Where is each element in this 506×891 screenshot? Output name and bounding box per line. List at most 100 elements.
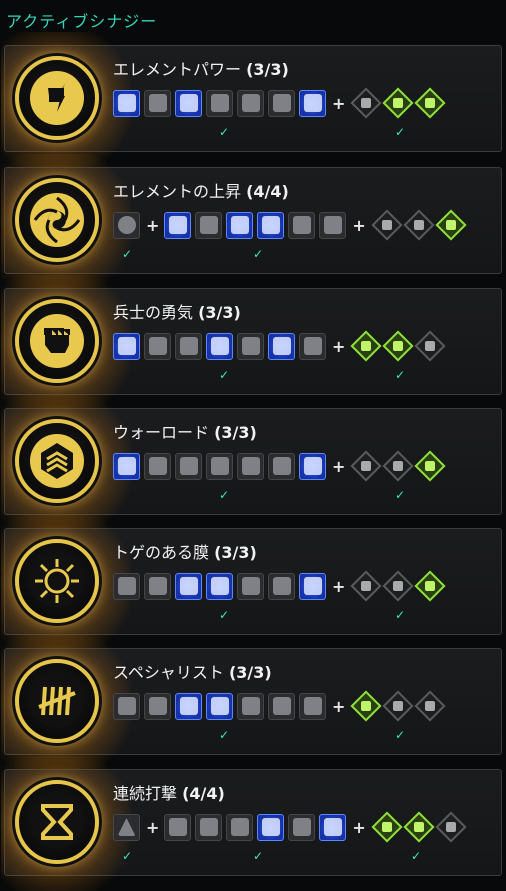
item-slot[interactable] <box>237 572 264 600</box>
item-slot[interactable] <box>113 211 140 239</box>
item-slot[interactable] <box>113 692 140 720</box>
item-slot[interactable] <box>113 332 140 360</box>
item-slot[interactable] <box>299 332 326 360</box>
item-slot[interactable] <box>144 452 171 480</box>
item-slot[interactable] <box>299 692 326 720</box>
upgrade-slot[interactable] <box>371 811 403 843</box>
upgrade-slot[interactable] <box>382 450 414 482</box>
check-mark: ✓ <box>395 125 406 139</box>
plus-sign: + <box>332 456 346 476</box>
item-slot[interactable] <box>288 211 316 239</box>
item-slot[interactable] <box>268 572 295 600</box>
item-slot[interactable] <box>206 332 233 360</box>
synergy-title: エレメントパワー (3/3) <box>113 60 289 79</box>
upgrade-slot[interactable] <box>382 690 414 722</box>
item-row: + <box>113 450 446 482</box>
synergy-title: エレメントの上昇 (4/4) <box>113 182 289 201</box>
item-slot[interactable] <box>299 89 326 117</box>
synergy-card[interactable]: スペシャリスト (3/3) + ✓ ✓ <box>1 635 502 770</box>
plus-sign: + <box>352 817 366 837</box>
item-slot[interactable] <box>144 89 171 117</box>
upgrade-slot[interactable] <box>371 209 403 241</box>
plus-sign: + <box>146 215 160 235</box>
item-slot[interactable] <box>206 692 233 720</box>
check-mark: ✓ <box>122 849 133 863</box>
item-slot[interactable] <box>113 813 140 841</box>
plus-sign: + <box>332 576 346 596</box>
item-slot[interactable] <box>237 89 264 117</box>
synergy-card[interactable]: 連続打撃 (4/4) + + ✓ ✓ ✓ <box>1 756 502 891</box>
item-slot[interactable] <box>175 452 202 480</box>
item-slot[interactable] <box>195 813 223 841</box>
item-slot[interactable] <box>113 452 140 480</box>
item-slot[interactable] <box>237 332 264 360</box>
item-slot[interactable] <box>299 452 326 480</box>
item-slot[interactable] <box>299 572 326 600</box>
item-slot[interactable] <box>175 692 202 720</box>
item-slot[interactable] <box>164 813 192 841</box>
item-slot[interactable] <box>319 813 347 841</box>
upgrade-slot[interactable] <box>350 330 382 362</box>
synergy-card[interactable]: エレメントの上昇 (4/4) + + ✓ ✓ <box>1 154 502 289</box>
upgrade-slot[interactable] <box>435 811 467 843</box>
item-slot[interactable] <box>144 692 171 720</box>
upgrade-slot[interactable] <box>350 690 382 722</box>
upgrade-slot[interactable] <box>350 570 382 602</box>
item-slot[interactable] <box>113 89 140 117</box>
item-slot[interactable] <box>319 211 347 239</box>
item-slot[interactable] <box>144 332 171 360</box>
item-slot[interactable] <box>113 572 140 600</box>
item-slot[interactable] <box>237 692 264 720</box>
item-slot[interactable] <box>175 572 202 600</box>
item-slot[interactable] <box>144 572 171 600</box>
upgrade-slot[interactable] <box>382 330 414 362</box>
item-slot[interactable] <box>175 89 202 117</box>
item-row: + <box>113 87 446 119</box>
item-slot[interactable] <box>206 89 233 117</box>
item-slot[interactable] <box>257 211 285 239</box>
fist-lightning-icon <box>15 56 99 140</box>
item-slot[interactable] <box>206 572 233 600</box>
item-slot[interactable] <box>226 211 254 239</box>
upgrade-slot[interactable] <box>350 87 382 119</box>
item-slot[interactable] <box>195 211 223 239</box>
synergy-title: トゲのある膜 (3/3) <box>113 543 257 562</box>
tally-marks-icon <box>15 659 99 743</box>
item-slot[interactable] <box>164 211 192 239</box>
upgrade-slot[interactable] <box>382 570 414 602</box>
item-slot[interactable] <box>175 332 202 360</box>
check-mark: ✓ <box>219 125 230 139</box>
check-mark: ✓ <box>395 488 406 502</box>
check-mark: ✓ <box>411 849 422 863</box>
synergy-card[interactable]: ウォーロード (3/3) + ✓ ✓ <box>1 395 502 530</box>
synergy-title: ウォーロード (3/3) <box>113 423 257 442</box>
upgrade-slot[interactable] <box>414 450 446 482</box>
upgrade-slot[interactable] <box>414 330 446 362</box>
item-slot[interactable] <box>268 89 295 117</box>
synergy-card[interactable]: 兵士の勇気 (3/3) + ✓ ✓ <box>1 275 502 410</box>
upgrade-slot[interactable] <box>403 209 435 241</box>
yin-yang-icon <box>15 178 99 262</box>
upgrade-slot[interactable] <box>435 209 467 241</box>
upgrade-slot[interactable] <box>414 570 446 602</box>
upgrade-slot[interactable] <box>414 690 446 722</box>
item-slot[interactable] <box>268 332 295 360</box>
synergy-card[interactable]: エレメントパワー (3/3) + ✓ ✓ <box>1 32 502 167</box>
item-slot[interactable] <box>226 813 254 841</box>
item-slot[interactable] <box>268 692 295 720</box>
upgrade-slot[interactable] <box>414 87 446 119</box>
item-slot[interactable] <box>206 452 233 480</box>
synergy-card[interactable]: トゲのある膜 (3/3) + ✓ ✓ <box>1 515 502 650</box>
item-slot[interactable] <box>257 813 285 841</box>
check-mark: ✓ <box>122 247 133 261</box>
item-slot[interactable] <box>288 813 316 841</box>
active-synergies-title: アクティブシナジー <box>6 12 158 31</box>
check-mark: ✓ <box>219 368 230 382</box>
item-slot[interactable] <box>237 452 264 480</box>
upgrade-slot[interactable] <box>382 87 414 119</box>
check-mark: ✓ <box>219 488 230 502</box>
upgrade-slot[interactable] <box>350 450 382 482</box>
item-slot[interactable] <box>268 452 295 480</box>
check-mark: ✓ <box>253 849 264 863</box>
upgrade-slot[interactable] <box>403 811 435 843</box>
